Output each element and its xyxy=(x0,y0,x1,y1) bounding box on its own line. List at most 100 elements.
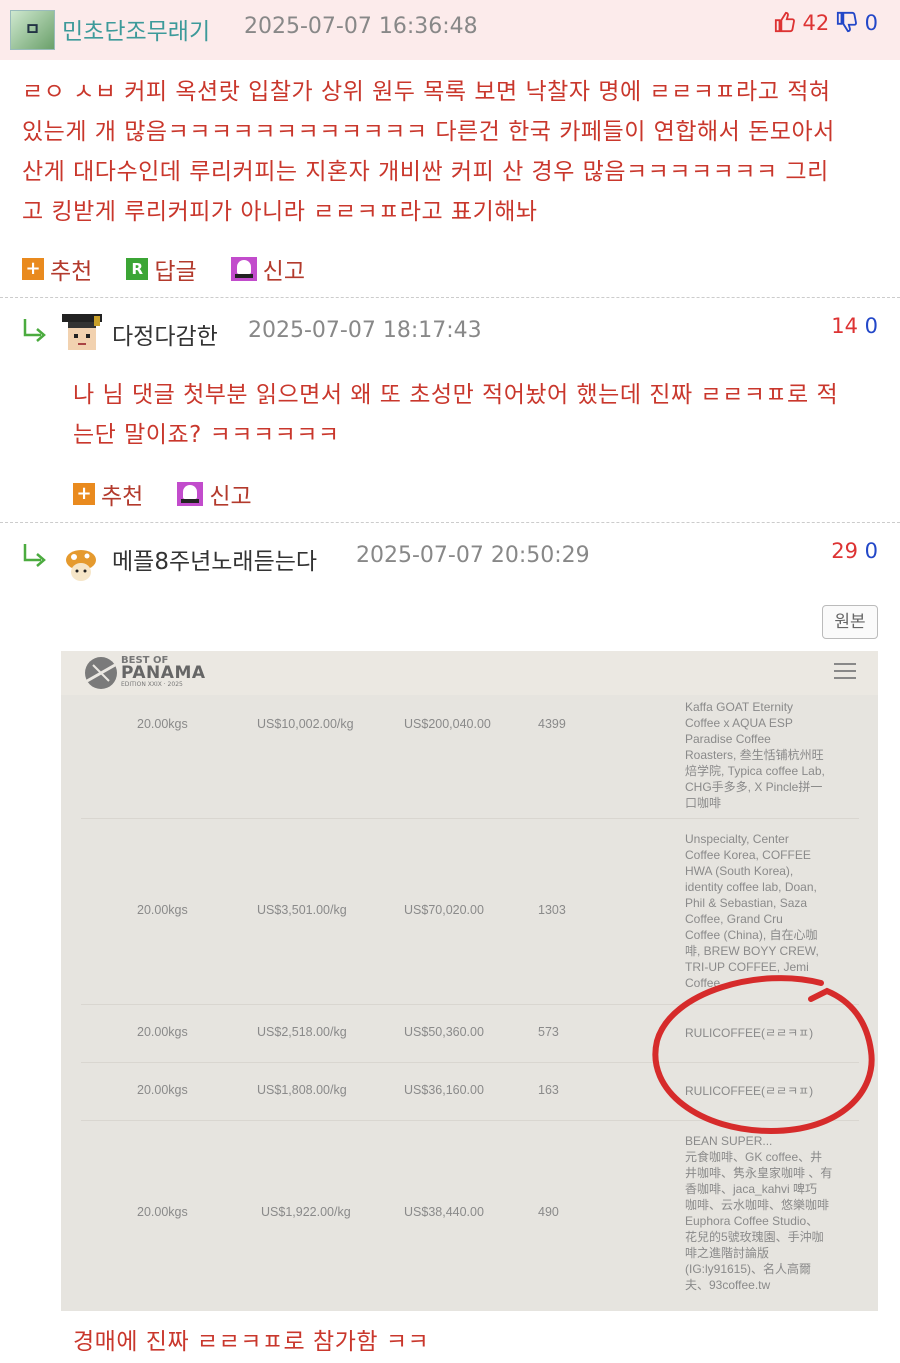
bid-cell: 4399 xyxy=(538,717,566,731)
winner-line: Roasters, 叁生恬铺杭州旺 xyxy=(685,748,824,762)
winner-line: Coffee, Grand Cru xyxy=(685,912,783,926)
winner-line: 咖啡、云水咖啡、悠樂咖啡 xyxy=(685,1198,830,1212)
winner-line: 元食咖啡、GK coffee、井 xyxy=(685,1150,823,1164)
reply-button[interactable]: R 답글 xyxy=(126,252,197,286)
table-row: 20.00kgs US$1,808.00/kg US$36,160.00 163… xyxy=(81,1063,859,1121)
divider xyxy=(0,522,900,523)
report-label: 신고 xyxy=(209,484,252,510)
winner-line: 啡之進階討論版 xyxy=(685,1246,770,1260)
comment-line: 있는게 개 많음ㅋㅋㅋㅋㅋㅋㅋㅋㅋㅋㅋㅋ 다른건 한국 카페들이 연합해서 돈모… xyxy=(22,119,835,145)
winner-line: (IG:ly91615)、名人高爾 xyxy=(685,1262,812,1276)
thumbs-down-icon[interactable] xyxy=(836,11,858,33)
report-icon xyxy=(230,257,257,281)
comment-body: ㄹㅇ ㅅㅂ 커피 옥션랏 입찰가 상위 원두 목록 보면 낙찰자 명에 ㄹㄹㅋㅍ… xyxy=(22,72,892,232)
timestamp: 2025-07-07 16:36:48 xyxy=(244,14,478,39)
avatar[interactable] xyxy=(60,312,104,356)
price-cell: US$10,002.00/kg xyxy=(257,717,354,731)
winner-line: Euphora Coffee Studio、 xyxy=(685,1214,819,1228)
winner-line: Kaffa GOAT Eternity xyxy=(685,700,794,714)
weight-cell: 20.00kgs xyxy=(137,1083,188,1097)
bid-cell: 573 xyxy=(538,1025,559,1039)
vote-counter: 29 0 xyxy=(831,539,878,563)
hamburger-menu-icon[interactable] xyxy=(834,663,856,679)
best-of-panama-logo xyxy=(85,657,117,689)
view-original-button[interactable]: 원본 xyxy=(822,605,878,639)
table-row: 20.00kgs US$10,002.00/kg US$200,040.00 4… xyxy=(81,695,859,819)
avatar[interactable]: ㅁ xyxy=(10,10,55,50)
winner-line: 焙学院, Typica coffee Lab, xyxy=(685,764,825,778)
winner-line: 花兒的5號玫瑰園、手沖咖 xyxy=(685,1230,824,1244)
recommend-label: 추천 xyxy=(101,484,144,510)
winner-line: 井咖啡、隽永皇家咖啡 、有 xyxy=(685,1166,833,1180)
nickname[interactable]: 다정다감한 xyxy=(112,317,218,351)
logo-line2: PANAMA xyxy=(121,663,206,683)
recommend-button[interactable]: + 추천 xyxy=(73,477,143,511)
reply-label: 답글 xyxy=(154,259,197,285)
winner-cell: RULICOFFEE(ㄹㄹㅋㅍ) xyxy=(685,1025,855,1041)
plus-icon: + xyxy=(22,258,44,280)
comment-line: ㄹㅇ ㅅㅂ 커피 옥션랏 입찰가 상위 원두 목록 보면 낙찰자 명에 ㄹㄹㅋㅍ… xyxy=(22,79,831,105)
comment-line: 는단 말이죠? ㅋㅋㅋㅋㅋㅋ xyxy=(73,422,340,448)
nickname[interactable]: 민초단조무래기 xyxy=(62,12,210,46)
report-button[interactable]: 신고 xyxy=(177,477,252,511)
price-cell: US$2,518.00/kg xyxy=(257,1025,347,1039)
reply-caption: 경매에 진짜 ㄹㄹㅋㅍ로 참가함 ㅋㅋ xyxy=(73,1329,430,1355)
winner-line: RULICOFFEE(ㄹㄹㅋㅍ) xyxy=(685,1026,814,1040)
winner-line: Phil & Sebastian, Saza xyxy=(685,896,808,910)
upvote-count: 14 xyxy=(831,314,858,338)
weight-cell: 20.00kgs xyxy=(137,1025,188,1039)
upvote-count: 29 xyxy=(831,539,858,563)
avatar[interactable] xyxy=(64,548,98,582)
total-cell: US$50,360.00 xyxy=(404,1025,484,1039)
recommend-button[interactable]: + 추천 xyxy=(22,252,92,286)
logo-line3: EDITION XXIX · 2025 xyxy=(121,681,183,688)
attached-image[interactable]: BEST OF PANAMA EDITION XXIX · 2025 20.00… xyxy=(61,651,878,1311)
winner-line: HWA (South Korea), xyxy=(685,864,794,878)
winner-line: Paradise Coffee xyxy=(685,732,771,746)
price-cell: US$1,808.00/kg xyxy=(257,1083,347,1097)
comment-actions: + 추천 R 답글 신고 xyxy=(22,252,305,286)
winner-line: 啡, BREW BOYY CREW, xyxy=(685,944,819,958)
weight-cell: 20.00kgs xyxy=(137,1205,188,1219)
total-cell: US$70,020.00 xyxy=(404,903,484,917)
table-row: 20.00kgs US$1,922.00/kg US$38,440.00 490… xyxy=(81,1121,859,1311)
winner-cell: BEAN SUPER... 元食咖啡、GK coffee、井 井咖啡、隽永皇家咖… xyxy=(685,1133,855,1293)
winner-line: Coffee xyxy=(685,976,721,990)
vote-counter: 42 0 xyxy=(774,11,878,35)
bid-cell: 163 xyxy=(538,1083,559,1097)
price-cell: US$3,501.00/kg xyxy=(257,903,347,917)
comment-line: 산게 대다수인데 루리커피는 지혼자 개비싼 커피 산 경우 많음ㅋㅋㅋㅋㅋㅋㅋ… xyxy=(22,159,829,185)
weight-cell: 20.00kgs xyxy=(137,717,188,731)
winner-cell: Kaffa GOAT Eternity Coffee x AQUA ESP Pa… xyxy=(685,699,855,811)
total-cell: US$36,160.00 xyxy=(404,1083,484,1097)
weight-cell: 20.00kgs xyxy=(137,903,188,917)
downvote-count: 0 xyxy=(864,539,878,563)
bid-cell: 1303 xyxy=(538,903,566,917)
comment-body: 나 님 댓글 첫부분 읽으면서 왜 또 초성만 적어놨어 했는데 진짜 ㄹㄹㅋㅍ… xyxy=(73,375,888,455)
downvote-count: 0 xyxy=(864,314,878,338)
nickname[interactable]: 메플8주년노래듣는다 xyxy=(112,542,317,576)
total-cell: US$200,040.00 xyxy=(404,717,491,731)
winner-line: CHG手多多, X Pincle拼一 xyxy=(685,780,823,794)
table-row: 20.00kgs US$2,518.00/kg US$50,360.00 573… xyxy=(81,1005,859,1063)
winner-line: Coffee (China), 自在心咖 xyxy=(685,928,818,942)
reply-arrow-icon xyxy=(23,544,46,567)
report-button[interactable]: 신고 xyxy=(230,252,305,286)
total-cell: US$38,440.00 xyxy=(404,1205,484,1219)
winner-line: BEAN SUPER... xyxy=(685,1134,773,1148)
upvote-count: 42 xyxy=(802,11,830,35)
recommend-label: 추천 xyxy=(50,259,93,285)
divider xyxy=(0,297,900,298)
image-site-header: BEST OF PANAMA EDITION XXIX · 2025 xyxy=(61,651,878,695)
reply-r-icon: R xyxy=(126,258,149,280)
table-row: 20.00kgs US$3,501.00/kg US$70,020.00 130… xyxy=(81,819,859,1005)
winner-line: Coffee x AQUA ESP xyxy=(685,716,793,730)
comment-line: 고 킹받게 루리커피가 아니라 ㄹㄹㅋㅍ라고 표기해놔 xyxy=(22,199,538,225)
price-cell: US$1,922.00/kg xyxy=(261,1205,351,1219)
thumbs-up-icon[interactable] xyxy=(774,11,796,33)
best-comment-header: ㅁ 민초단조무래기 2025-07-07 16:36:48 42 0 xyxy=(0,0,900,60)
winner-line: 香咖啡、jaca_kahvi 啤巧 xyxy=(685,1182,818,1196)
report-label: 신고 xyxy=(262,259,305,285)
winner-line: RULICOFFEE(ㄹㄹㅋㅍ) xyxy=(685,1084,814,1098)
winner-line: 夫、93coffee.tw xyxy=(685,1278,771,1292)
